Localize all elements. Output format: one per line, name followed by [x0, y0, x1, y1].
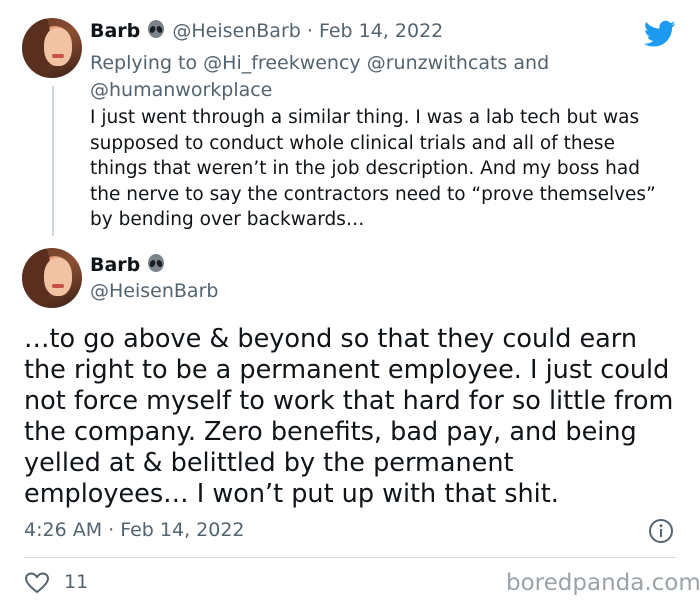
alien-icon — [148, 20, 165, 38]
twitter-bird-icon[interactable] — [644, 20, 676, 48]
text-line: yelled at & belittled by the permanent — [24, 448, 514, 478]
text-line: things that weren’t in the job descripti… — [90, 158, 640, 179]
thread-line — [52, 86, 54, 236]
text-line: supposed to conduct whole clinical trial… — [90, 132, 615, 154]
replying-prefix: Replying to — [90, 52, 198, 74]
main-tweet-text: …to go above & beyond so that they could… — [24, 324, 684, 510]
author-name-row: Barb — [90, 254, 166, 276]
display-name[interactable]: Barb — [90, 20, 140, 42]
mention-link[interactable]: @runzwithcats — [367, 52, 508, 74]
text-line: the nerve to say the contractors need to… — [90, 183, 656, 205]
handle[interactable]: @HeisenBarb — [172, 20, 300, 42]
reply-tweet-text: I just went through a similar thing. I w… — [90, 105, 690, 233]
heart-icon[interactable] — [24, 572, 50, 594]
avatar[interactable] — [22, 248, 82, 308]
text-line: not force myself to work that hard for s… — [24, 386, 674, 416]
text-line: I just went through a similar thing. I w… — [90, 107, 640, 128]
like-count: 11 — [64, 571, 89, 593]
info-icon[interactable] — [648, 518, 674, 544]
mention-link[interactable]: @humanworkplace — [90, 79, 272, 101]
mention-link[interactable]: @Hi_freekwency — [203, 52, 361, 74]
display-name[interactable]: Barb — [90, 254, 140, 276]
text-line: the right to be a permanent employee. I … — [24, 355, 670, 385]
avatar[interactable] — [22, 18, 82, 78]
tweet-date[interactable]: Feb 14, 2022 — [319, 20, 443, 42]
replying-and: and — [513, 52, 550, 74]
separator: · — [306, 20, 313, 42]
tweet-header: Barb @HeisenBarb · Feb 14, 2022 — [90, 20, 443, 42]
text-line: the company. Zero benefits, bad pay, and… — [24, 417, 637, 447]
divider — [24, 557, 676, 558]
text-line: …to go above & beyond so that they could… — [24, 324, 638, 354]
watermark: boredpanda.com — [506, 570, 700, 596]
handle[interactable]: @HeisenBarb — [90, 280, 218, 302]
text-line: employees… I won’t put up with that shit… — [24, 479, 559, 509]
replying-to: Replying to @Hi_freekwency @runzwithcats… — [90, 50, 590, 104]
tweet-timestamp[interactable]: 4:26 AM · Feb 14, 2022 — [24, 519, 245, 541]
alien-icon — [148, 254, 165, 272]
text-line: by bending over backwards… — [90, 209, 365, 230]
